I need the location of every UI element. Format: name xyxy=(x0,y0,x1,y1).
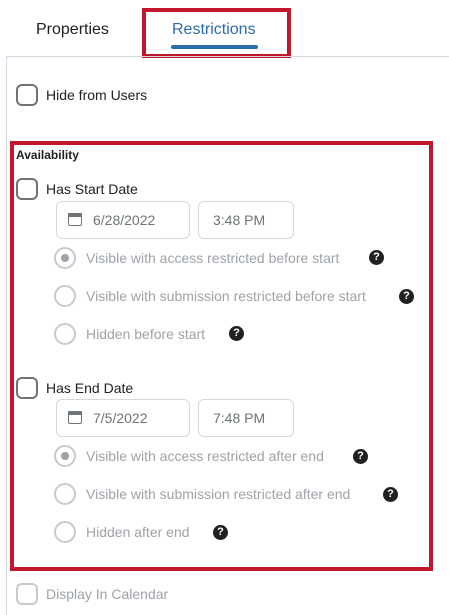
display-in-calendar-checkbox[interactable] xyxy=(16,583,38,605)
end-date-value: 7/5/2022 xyxy=(93,410,148,426)
end-date-input[interactable]: 7/5/2022 xyxy=(56,399,190,437)
end-option-submission-restricted-label: Visible with submission restricted after… xyxy=(86,486,351,502)
start-option-access-restricted-radio[interactable] xyxy=(54,247,76,269)
end-option-submission-restricted-radio[interactable] xyxy=(54,483,76,505)
start-option-submission-restricted-radio[interactable] xyxy=(54,285,76,307)
end-option-access-restricted-radio[interactable] xyxy=(54,445,76,467)
start-option-submission-restricted-label: Visible with submission restricted befor… xyxy=(86,288,366,304)
end-time-input[interactable]: 7:48 PM xyxy=(198,399,294,437)
help-icon[interactable]: ? xyxy=(353,449,368,464)
start-time-value: 3:48 PM xyxy=(213,212,266,228)
hide-from-users-label: Hide from Users xyxy=(46,87,148,103)
end-option-access-restricted-label: Visible with access restricted after end xyxy=(86,448,324,464)
calendar-icon xyxy=(68,411,82,424)
end-option-hidden-radio[interactable] xyxy=(54,521,76,543)
restrictions-tab-highlight xyxy=(142,8,291,58)
help-icon[interactable]: ? xyxy=(213,525,228,540)
help-icon[interactable]: ? xyxy=(369,250,384,265)
has-start-date-checkbox[interactable] xyxy=(16,178,38,200)
start-time-input[interactable]: 3:48 PM xyxy=(198,201,294,239)
help-icon[interactable]: ? xyxy=(399,289,414,304)
help-icon[interactable]: ? xyxy=(383,487,398,502)
has-end-date-checkbox[interactable] xyxy=(16,377,38,399)
help-icon[interactable]: ? xyxy=(229,326,244,341)
start-date-input[interactable]: 6/28/2022 xyxy=(56,201,190,239)
calendar-icon xyxy=(68,213,82,226)
start-option-hidden-label: Hidden before start xyxy=(86,326,206,342)
tab-properties[interactable]: Properties xyxy=(36,20,109,40)
has-end-date-label: Has End Date xyxy=(46,380,134,396)
start-date-value: 6/28/2022 xyxy=(93,212,156,228)
end-time-value: 7:48 PM xyxy=(213,410,266,426)
display-in-calendar-label: Display In Calendar xyxy=(46,586,169,602)
tab-bar: Properties Restrictions xyxy=(0,0,449,58)
start-option-hidden-radio[interactable] xyxy=(54,323,76,345)
end-option-hidden-label: Hidden after end xyxy=(86,524,190,540)
hide-from-users-checkbox[interactable] xyxy=(16,84,38,106)
start-option-access-restricted-label: Visible with access restricted before st… xyxy=(86,250,340,266)
has-start-date-label: Has Start Date xyxy=(46,181,138,197)
